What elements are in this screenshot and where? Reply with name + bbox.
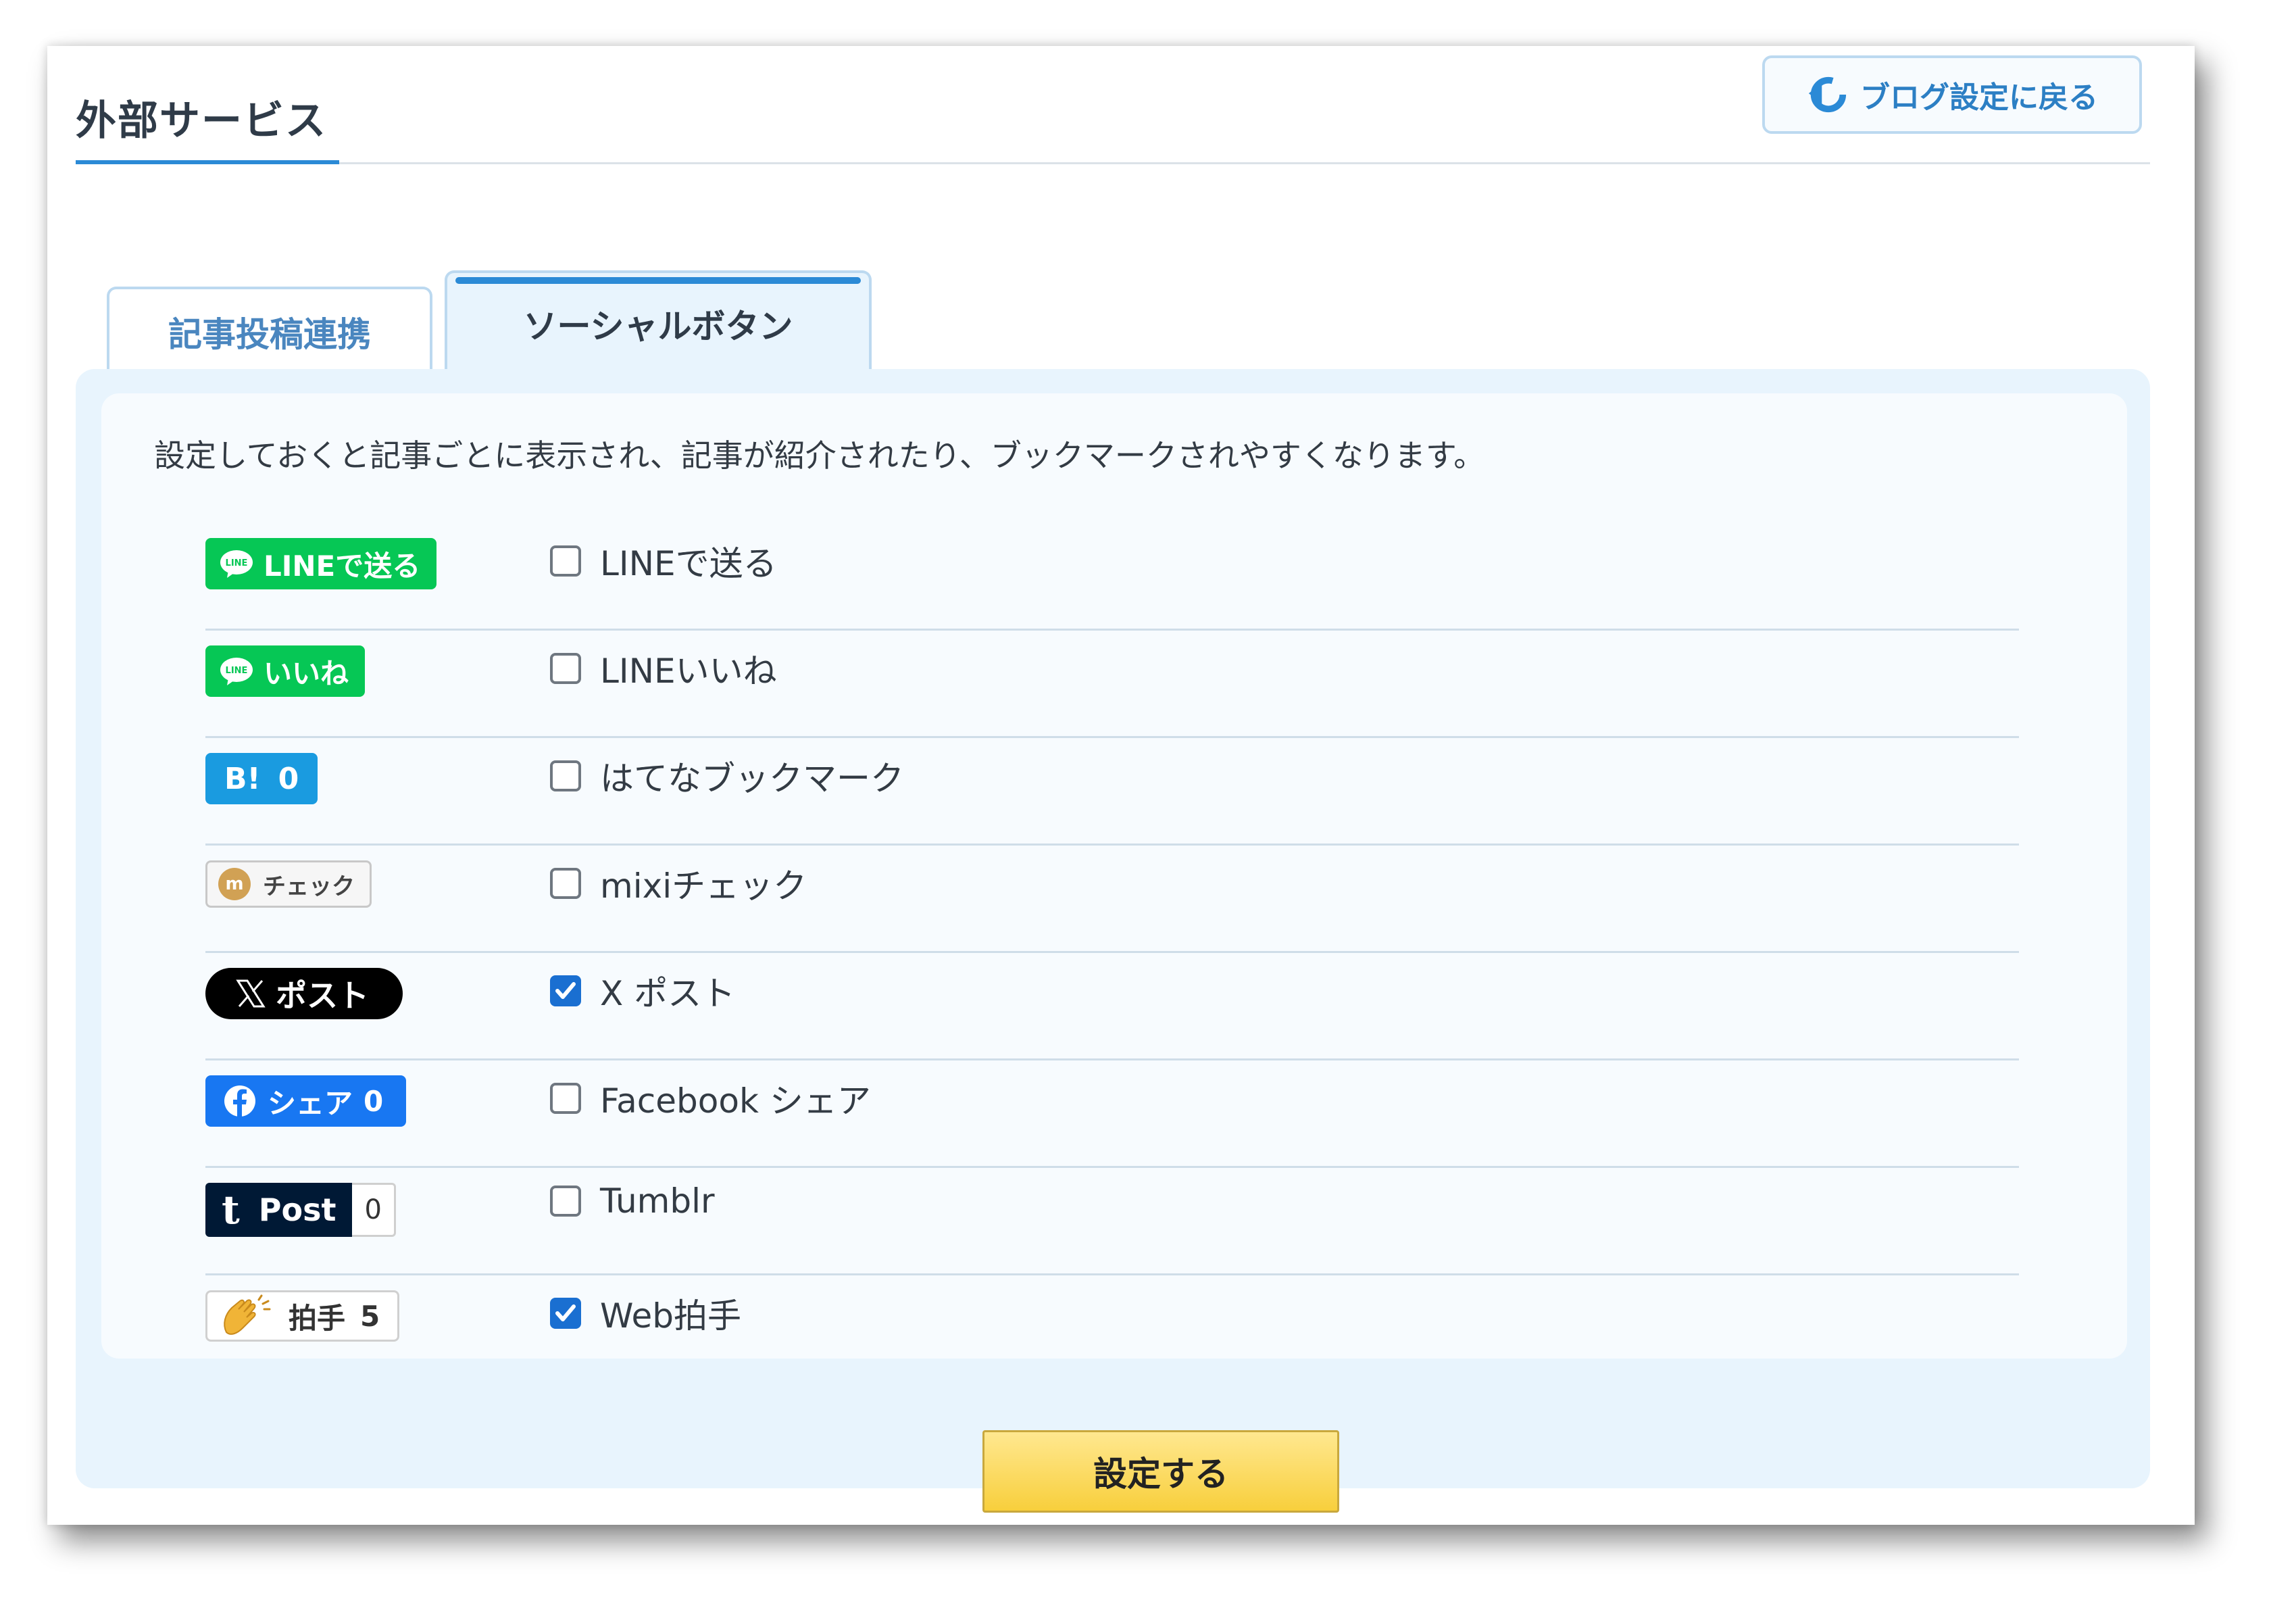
badge-label: ポスト bbox=[276, 977, 369, 1014]
mixi-logo-icon: m bbox=[218, 868, 251, 900]
web-clap-checkbox[interactable] bbox=[550, 1298, 581, 1329]
back-to-blog-settings-button[interactable]: ブログ設定に戻る bbox=[1762, 55, 2142, 134]
option-label: LINEで送る bbox=[600, 544, 777, 583]
tab-label: ソーシャルボタン bbox=[523, 307, 793, 346]
save-settings-button[interactable]: 設定する bbox=[982, 1430, 1339, 1513]
line-like-badge-preview: LINE いいね bbox=[205, 645, 366, 697]
badge-label: チェック bbox=[263, 873, 355, 900]
tab-social-buttons[interactable]: ソーシャルボタン bbox=[445, 270, 872, 374]
list-item: LINE LINEで送る LINEで送る bbox=[205, 523, 2019, 631]
checkmark-icon bbox=[555, 982, 576, 999]
badge-count: 5 bbox=[360, 1299, 380, 1333]
facebook-logo-icon bbox=[224, 1085, 255, 1117]
line-like-checkbox[interactable] bbox=[550, 653, 581, 684]
hatena-bookmark-badge-preview: B! 0 bbox=[205, 753, 318, 804]
line-bubble-icon: LINE bbox=[220, 550, 253, 578]
badge-label: LINEで送る bbox=[264, 549, 421, 583]
hatena-logo: B! bbox=[224, 761, 261, 796]
mixi-check-badge-preview: m チェック bbox=[205, 860, 372, 908]
facebook-share-badge-preview: シェア 0 bbox=[205, 1075, 407, 1127]
list-item: m チェック mixiチェック bbox=[205, 846, 2019, 953]
badge-count: 0 bbox=[278, 761, 299, 796]
settings-window: 外部サービス ブログ設定に戻る 記事投稿連携 ソーシャルボタン 設定しておくと記… bbox=[47, 46, 2195, 1525]
svg-text:m: m bbox=[225, 874, 243, 894]
list-item: LINE いいね LINEいいね bbox=[205, 631, 2019, 738]
checkmark-icon bbox=[555, 1304, 576, 1321]
badge-label: いいね bbox=[264, 656, 349, 690]
svg-text:LINE: LINE bbox=[226, 558, 248, 568]
tumblr-checkbox[interactable] bbox=[550, 1186, 581, 1217]
option-x-post[interactable]: X ポスト bbox=[550, 967, 735, 1015]
facebook-share-checkbox[interactable] bbox=[550, 1083, 581, 1114]
web-clap-badge-preview: 拍手 5 bbox=[205, 1290, 400, 1342]
tab-post-integration[interactable]: 記事投稿連携 bbox=[107, 287, 432, 374]
option-web-clap[interactable]: Web拍手 bbox=[550, 1289, 741, 1338]
social-button-list: LINE LINEで送る LINEで送る LINE いいね LINEいいね B!… bbox=[205, 523, 2019, 1383]
badge-count: 0 bbox=[364, 1084, 384, 1118]
svg-text:LINE: LINE bbox=[226, 666, 248, 676]
hatena-bookmark-checkbox[interactable] bbox=[550, 760, 581, 791]
tab-label: 記事投稿連携 bbox=[168, 315, 371, 354]
option-mixi-check[interactable]: mixiチェック bbox=[550, 859, 807, 908]
list-item: 拍手 5 Web拍手 bbox=[205, 1275, 2019, 1383]
option-label: Tumblr bbox=[600, 1181, 715, 1221]
x-post-checkbox[interactable] bbox=[550, 975, 581, 1006]
line-send-checkbox[interactable] bbox=[550, 545, 581, 577]
option-facebook-share[interactable]: Facebook シェア bbox=[550, 1074, 871, 1123]
list-item: B! 0 はてなブックマーク bbox=[205, 738, 2019, 846]
title-underline bbox=[76, 160, 339, 164]
line-send-badge-preview: LINE LINEで送る bbox=[205, 538, 437, 589]
option-tumblr[interactable]: Tumblr bbox=[550, 1181, 715, 1221]
option-line-send[interactable]: LINEで送る bbox=[550, 537, 777, 585]
option-label: LINEいいね bbox=[600, 652, 777, 691]
list-item: t Post 0 Tumblr bbox=[205, 1168, 2019, 1275]
option-label: Facebook シェア bbox=[600, 1081, 871, 1121]
mixi-check-checkbox[interactable] bbox=[550, 868, 581, 899]
tumblr-post-badge-preview: t Post 0 bbox=[205, 1183, 396, 1237]
description-text: 設定しておくと記事ごとに表示され、記事が紹介されたり、ブックマークされやすくなり… bbox=[154, 437, 1485, 474]
option-hatena-bookmark[interactable]: はてなブックマーク bbox=[550, 752, 904, 800]
badge-count: 0 bbox=[352, 1183, 396, 1237]
option-label: X ポスト bbox=[600, 974, 736, 1013]
back-button-label: ブログ設定に戻る bbox=[1860, 80, 2098, 115]
x-post-badge-preview: ポスト bbox=[205, 968, 403, 1019]
clapping-hands-icon bbox=[224, 1294, 271, 1335]
list-item: シェア 0 Facebook シェア bbox=[205, 1060, 2019, 1168]
option-label: Web拍手 bbox=[600, 1296, 742, 1336]
title-divider bbox=[76, 162, 2150, 164]
badge-label: Post bbox=[258, 1192, 336, 1228]
page-title: 外部サービス bbox=[76, 97, 327, 145]
option-label: mixiチェック bbox=[600, 866, 807, 906]
option-line-like[interactable]: LINEいいね bbox=[550, 644, 777, 693]
option-label: はてなブックマーク bbox=[600, 759, 904, 798]
tumblr-logo-icon: t bbox=[222, 1187, 240, 1233]
badge-label: 拍手 bbox=[289, 1301, 346, 1335]
list-item: ポスト X ポスト bbox=[205, 953, 2019, 1060]
return-arrow-icon bbox=[1808, 76, 1847, 113]
badge-label: シェア bbox=[268, 1086, 353, 1120]
x-logo-icon bbox=[236, 979, 266, 1008]
line-bubble-icon: LINE bbox=[220, 658, 253, 685]
